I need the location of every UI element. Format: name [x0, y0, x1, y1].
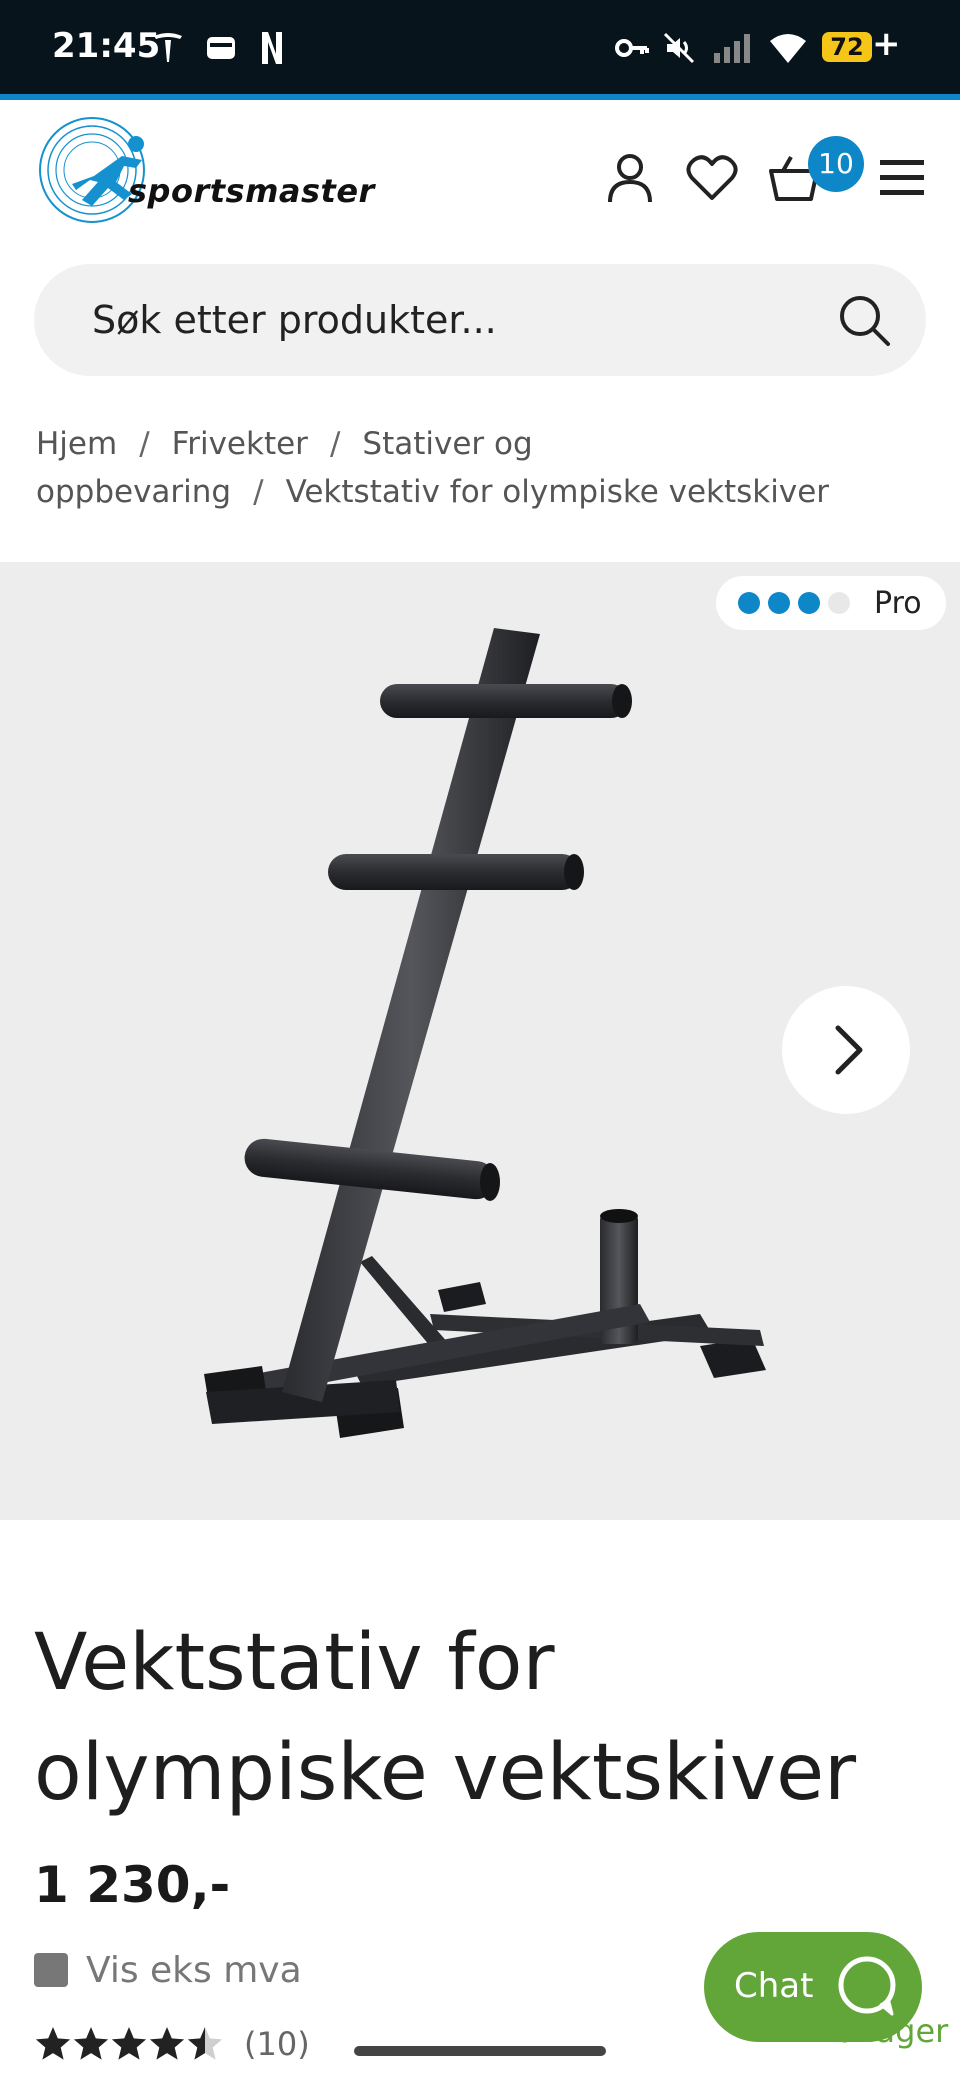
- cart-count-badge: 10: [808, 136, 864, 192]
- product-image-gallery[interactable]: Pro: [0, 562, 960, 1520]
- chat-label: Chat: [734, 1966, 814, 2006]
- wifi-icon: [768, 28, 808, 68]
- tesla-icon: [150, 28, 186, 68]
- breadcrumb-separator: /: [139, 426, 150, 462]
- level-label: Pro: [874, 586, 922, 621]
- product-price: 1 230,-: [34, 1856, 231, 1914]
- breadcrumb-current: Vektstativ for olympiske vektskiver: [285, 474, 830, 510]
- battery-icon: 72: [822, 32, 872, 62]
- netflix-icon: [258, 28, 286, 68]
- product-title: Vektstativ for olympiske vektskiver: [34, 1618, 857, 1818]
- search-placeholder: Søk etter produkter...: [92, 298, 497, 342]
- chat-button[interactable]: Chat: [704, 1932, 922, 2042]
- wishlist-heart-icon[interactable]: [682, 148, 742, 208]
- level-dot-empty: [828, 592, 850, 614]
- vat-toggle[interactable]: Vis eks mva: [34, 1948, 302, 1992]
- vpn-key-icon: [614, 28, 650, 68]
- menu-icon[interactable]: [872, 148, 932, 208]
- level-dot-filled: [738, 592, 760, 614]
- wallet-icon: [204, 28, 238, 68]
- rating-stars: [35, 2027, 223, 2060]
- mute-icon: [662, 28, 696, 68]
- rating-count[interactable]: (10): [244, 2025, 310, 2063]
- site-header: sportsmaster 10: [0, 100, 960, 260]
- star-icon: [35, 2027, 71, 2060]
- home-indicator[interactable]: [354, 2046, 606, 2056]
- level-badge: Pro: [716, 576, 946, 630]
- star-icon: [187, 2027, 223, 2060]
- logo-text: sportsmaster: [128, 172, 375, 210]
- status-time: 21:45: [52, 26, 161, 66]
- breadcrumb-separator: /: [253, 474, 264, 510]
- charging-icon: +: [872, 24, 901, 64]
- breadcrumb-home[interactable]: Hjem: [36, 426, 117, 462]
- vat-checkbox[interactable]: [34, 1953, 68, 1987]
- account-icon[interactable]: [600, 148, 660, 208]
- level-dot-filled: [798, 592, 820, 614]
- search-icon[interactable]: [836, 292, 892, 348]
- star-icon: [149, 2027, 185, 2060]
- search-input[interactable]: Søk etter produkter...: [34, 264, 926, 376]
- breadcrumb: Hjem / Frivekter / Stativer og oppbevaring / V…: [36, 420, 926, 516]
- star-icon: [111, 2027, 147, 2060]
- breadcrumb-frivekter[interactable]: Frivekter: [172, 426, 308, 462]
- signal-icon: [712, 28, 756, 68]
- status-bar: 21:45 72 +: [0, 0, 960, 96]
- level-dot-filled: [768, 592, 790, 614]
- next-image-button[interactable]: [782, 986, 910, 1114]
- chevron-right-icon: [835, 1025, 863, 1075]
- chat-bubble-icon: [838, 1956, 896, 2016]
- star-icon: [73, 2027, 109, 2060]
- vat-toggle-label: Vis eks mva: [86, 1949, 302, 1991]
- product-rating[interactable]: (10): [34, 2020, 310, 2068]
- breadcrumb-separator: /: [329, 426, 341, 462]
